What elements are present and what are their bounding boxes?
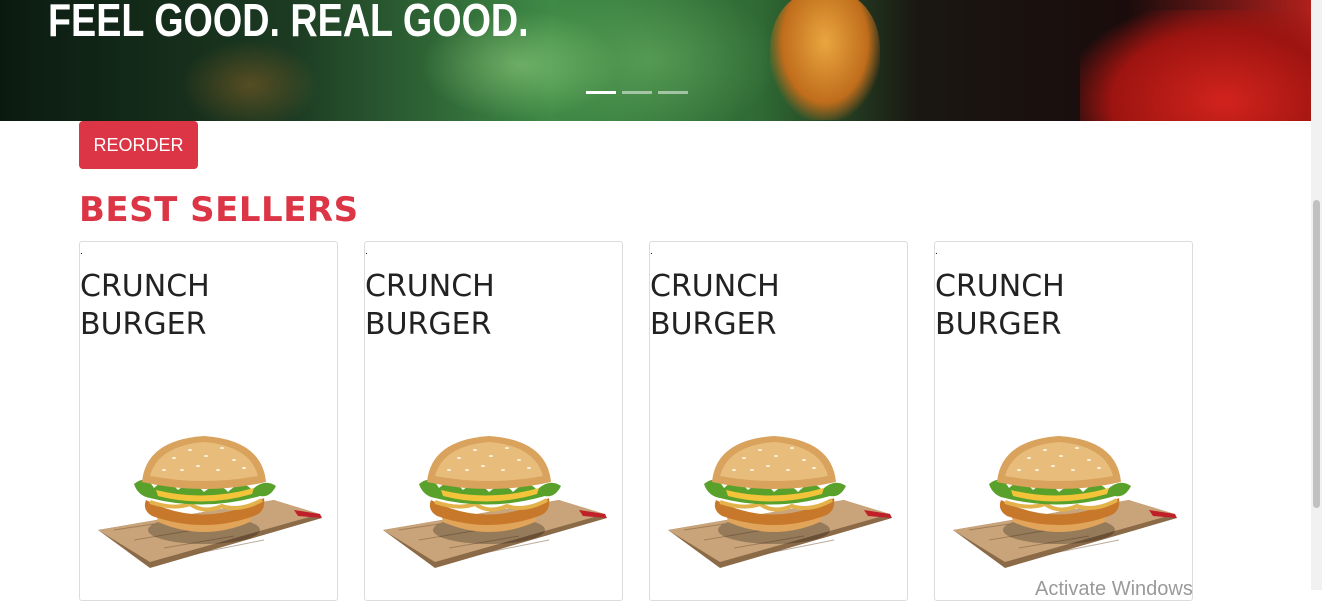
best-sellers-title: BEST SELLERS [79,190,359,230]
hero-person-image [1080,10,1311,121]
card-marker: . [935,246,938,257]
product-card[interactable]: . CRUNCH BURGER [79,241,338,601]
carousel-indicators [586,91,688,94]
hero-title: FEEL GOOD. REAL GOOD. [48,0,529,46]
product-card[interactable]: . CRUNCH BURGER [934,241,1193,601]
product-name: CRUNCH BURGER [935,269,1065,342]
carousel-indicator-1[interactable] [586,91,616,94]
hero-banner[interactable]: FEEL GOOD. REAL GOOD. [0,0,1311,121]
burger-image [383,436,607,568]
page-scrollbar[interactable] [1311,0,1322,590]
product-name: CRUNCH BURGER [80,269,210,342]
card-marker: . [650,246,653,257]
carousel-indicator-3[interactable] [658,91,688,94]
product-name: CRUNCH BURGER [365,269,495,342]
card-marker: . [80,246,83,257]
hero-background-light [180,40,320,121]
hero-background-light [520,0,780,121]
product-card[interactable]: . CRUNCH BURGER [364,241,623,601]
burger-image [953,436,1177,568]
card-marker: . [365,246,368,257]
fried-chicken-image [770,0,880,120]
burger-image [668,436,892,568]
product-name: CRUNCH BURGER [650,269,780,342]
product-card[interactable]: . CRUNCH BURGER [649,241,908,601]
carousel-indicator-2[interactable] [622,91,652,94]
reorder-button[interactable]: REORDER [79,121,198,169]
scrollbar-thumb[interactable] [1313,200,1320,508]
burger-image [98,436,322,568]
